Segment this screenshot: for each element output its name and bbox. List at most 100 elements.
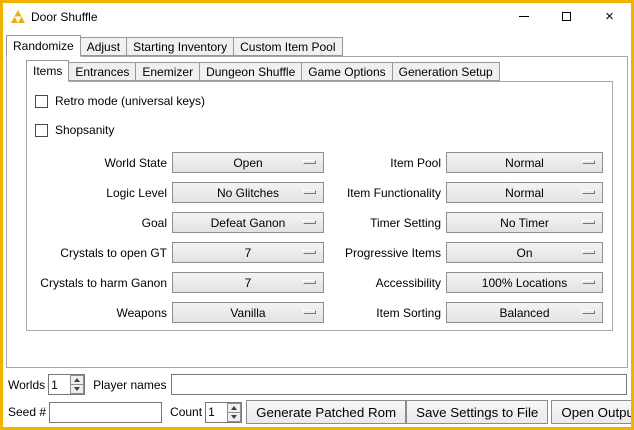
dropdown-value: 7 xyxy=(245,276,252,290)
dropdown-value: 7 xyxy=(245,246,252,260)
tab-starting-inventory[interactable]: Starting Inventory xyxy=(126,37,234,56)
tab-game-options[interactable]: Game Options xyxy=(301,62,392,81)
close-icon: × xyxy=(605,9,614,24)
close-button[interactable]: × xyxy=(588,3,631,30)
window-title: Door Shuffle xyxy=(31,10,98,24)
tab-items[interactable]: Items xyxy=(26,60,69,82)
count-input[interactable] xyxy=(206,403,227,422)
item-pool-dropdown[interactable]: Normal xyxy=(446,152,603,173)
dropdown-indicator-icon xyxy=(303,280,316,284)
player-names-input[interactable] xyxy=(171,374,628,395)
progressive-items-label: Progressive Items xyxy=(329,246,441,260)
count-label: Count xyxy=(170,405,202,419)
count-spin-arrows xyxy=(227,403,241,422)
worlds-spin-down-button[interactable] xyxy=(70,385,84,394)
dropdown-indicator-icon xyxy=(303,220,316,224)
arrow-up-icon xyxy=(231,406,237,410)
retro-mode-checkbox[interactable] xyxy=(35,95,48,108)
dropdown-value: No Glitches xyxy=(217,186,279,200)
worlds-spin-up-button[interactable] xyxy=(70,375,84,385)
item-pool-label: Item Pool xyxy=(329,156,441,170)
count-spin-up-button[interactable] xyxy=(227,403,241,413)
titlebar: Door Shuffle × xyxy=(3,3,631,30)
items-pane: Retro mode (universal keys) Shopsanity W… xyxy=(26,81,613,331)
count-spinbox xyxy=(205,402,242,423)
crystals-gt-dropdown[interactable]: 7 xyxy=(172,242,324,263)
open-output-directory-button[interactable]: Open Output Directory xyxy=(551,400,634,424)
timer-setting-label: Timer Setting xyxy=(329,216,441,230)
crystals-ganon-label: Crystals to harm Ganon xyxy=(33,276,167,290)
dropdown-indicator-icon xyxy=(582,250,595,254)
tab-dungeon-shuffle[interactable]: Dungeon Shuffle xyxy=(199,62,302,81)
dropdown-value: On xyxy=(516,246,532,260)
world-state-dropdown[interactable]: Open xyxy=(172,152,324,173)
generate-patched-rom-button[interactable]: Generate Patched Rom xyxy=(246,400,406,424)
shopsanity-row: Shopsanity xyxy=(35,120,612,140)
crystals-ganon-dropdown[interactable]: 7 xyxy=(172,272,324,293)
main-tab-bar: Randomize Adjust Starting Inventory Cust… xyxy=(6,35,631,56)
seed-row: Seed # Count Generate Patched Rom Save S… xyxy=(8,400,627,424)
timer-setting-dropdown[interactable]: No Timer xyxy=(446,212,603,233)
dropdown-value: 100% Locations xyxy=(482,276,567,290)
accessibility-label: Accessibility xyxy=(329,276,441,290)
dropdown-indicator-icon xyxy=(303,190,316,194)
count-spin-down-button[interactable] xyxy=(227,413,241,422)
app-window: Door Shuffle × Randomize Adjust Starting… xyxy=(0,0,634,430)
dropdown-indicator-icon xyxy=(303,310,316,314)
sub-tab-bar: Items Entrances Enemizer Dungeon Shuffle… xyxy=(26,61,627,81)
seed-label: Seed # xyxy=(8,405,46,419)
dropdown-value: No Timer xyxy=(500,216,549,230)
item-sorting-dropdown[interactable]: Balanced xyxy=(446,302,603,323)
tab-enemizer[interactable]: Enemizer xyxy=(135,62,200,81)
seed-input[interactable] xyxy=(49,402,162,423)
world-state-label: World State xyxy=(33,156,167,170)
tab-custom-item-pool[interactable]: Custom Item Pool xyxy=(233,37,342,56)
tab-entrances[interactable]: Entrances xyxy=(68,62,136,81)
goal-label: Goal xyxy=(33,216,167,230)
weapons-dropdown[interactable]: Vanilla xyxy=(172,302,324,323)
arrow-down-icon xyxy=(231,415,237,419)
tab-adjust[interactable]: Adjust xyxy=(80,37,127,56)
randomize-pane: Items Entrances Enemizer Dungeon Shuffle… xyxy=(6,56,628,368)
dropdown-value: Normal xyxy=(505,156,544,170)
maximize-button[interactable] xyxy=(545,3,588,30)
dropdown-value: Balanced xyxy=(499,306,549,320)
retro-mode-row: Retro mode (universal keys) xyxy=(35,91,612,111)
accessibility-dropdown[interactable]: 100% Locations xyxy=(446,272,603,293)
settings-grid: World State Open Item Pool Normal Logic … xyxy=(33,152,612,323)
crystals-gt-label: Crystals to open GT xyxy=(33,246,167,260)
bottom-controls: Worlds Player names Seed # Count xyxy=(8,374,627,424)
dropdown-value: Normal xyxy=(505,186,544,200)
retro-mode-label: Retro mode (universal keys) xyxy=(55,94,205,108)
worlds-input[interactable] xyxy=(49,375,70,394)
worlds-spin-arrows xyxy=(70,375,84,394)
goal-dropdown[interactable]: Defeat Ganon xyxy=(172,212,324,233)
dropdown-indicator-icon xyxy=(303,250,316,254)
item-functionality-dropdown[interactable]: Normal xyxy=(446,182,603,203)
weapons-label: Weapons xyxy=(33,306,167,320)
minimize-button[interactable] xyxy=(502,3,545,30)
worlds-spinbox xyxy=(48,374,85,395)
logic-level-label: Logic Level xyxy=(33,186,167,200)
logic-level-dropdown[interactable]: No Glitches xyxy=(172,182,324,203)
dropdown-value: Defeat Ganon xyxy=(211,216,286,230)
dropdown-indicator-icon xyxy=(582,190,595,194)
save-settings-button[interactable]: Save Settings to File xyxy=(406,400,548,424)
worlds-row: Worlds Player names xyxy=(8,374,627,395)
arrow-up-icon xyxy=(74,378,80,382)
player-names-label: Player names xyxy=(93,378,166,392)
tab-generation-setup[interactable]: Generation Setup xyxy=(392,62,500,81)
app-icon xyxy=(11,10,25,23)
shopsanity-checkbox[interactable] xyxy=(35,124,48,137)
minimize-icon xyxy=(519,16,529,17)
dropdown-value: Open xyxy=(233,156,262,170)
maximize-icon xyxy=(562,12,571,21)
progressive-items-dropdown[interactable]: On xyxy=(446,242,603,263)
dropdown-indicator-icon xyxy=(582,280,595,284)
tab-randomize[interactable]: Randomize xyxy=(6,35,81,57)
shopsanity-label: Shopsanity xyxy=(55,123,114,137)
window-controls: × xyxy=(502,3,631,30)
dropdown-indicator-icon xyxy=(303,160,316,164)
dropdown-indicator-icon xyxy=(582,220,595,224)
dropdown-value: Vanilla xyxy=(230,306,265,320)
